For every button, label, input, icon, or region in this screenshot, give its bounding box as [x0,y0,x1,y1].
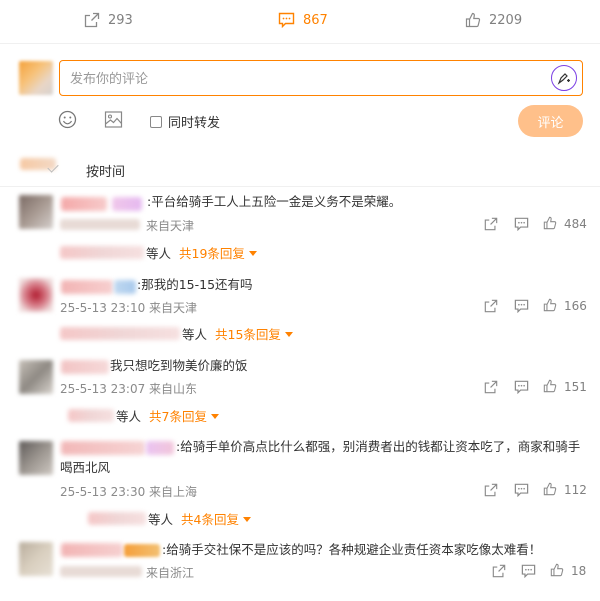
post-action-bar: 293 867 2209 [0,0,600,44]
reply-icon[interactable] [514,299,529,313]
repost-count: 293 [108,12,133,28]
avatar [19,195,53,229]
sort-by-time-tab[interactable]: 按时间 [86,161,125,180]
username[interactable] [61,197,107,211]
comment-meta: 25-5-13 23:30 来自上海 [60,485,198,499]
like-count: 2209 [489,12,523,28]
pen-icon [557,73,570,85]
thumbs-up-icon[interactable] [543,216,557,230]
comment-action[interactable]: 867 [278,12,328,28]
like-count: 166 [564,299,587,313]
like-count: 112 [564,483,587,497]
thumbs-up-icon[interactable] [543,298,557,312]
share-icon[interactable] [492,564,506,578]
comment-count: 867 [303,12,328,28]
comment-meta: 来自天津 [146,219,195,233]
reply-who: 等人 [116,409,142,424]
reply-icon[interactable] [514,380,529,394]
comment-text: :给骑手交社保不是应该的吗？各种规避企业责任资本家吃像太难看！ [162,542,542,557]
share-icon[interactable] [484,217,498,231]
comment-text: 我只想吃到物美价廉的饭 [110,358,248,373]
like-count: 151 [564,380,587,394]
reply-users [68,409,114,422]
avatar [19,360,53,394]
like-count: 18 [571,564,587,578]
user-badge [124,544,160,557]
user-badge [146,441,174,455]
comment-icon [278,12,295,28]
pen-button[interactable] [551,65,577,91]
view-replies-link[interactable]: 共7条回复 [149,406,219,425]
reply-summary: 等人 共15条回复 [60,324,293,343]
caret-down-icon [248,251,257,256]
thumbs-up-icon[interactable] [550,563,564,577]
comment-meta: 25-5-13 23:07 来自山东 [60,382,198,396]
comment-composer [59,60,583,96]
thumbs-up-icon [465,12,481,28]
image-icon[interactable] [104,110,123,129]
reply-count-label: 共4条回复 [181,512,239,527]
comment-date [60,219,140,230]
comment-text: :那我的15-15还有吗 [137,277,253,292]
reply-who: 等人 [146,246,172,261]
reply-summary: 等人 共4条回复 [88,509,251,528]
reply-summary: 等人 共19条回复 [60,243,257,262]
repost-action[interactable]: 293 [84,12,133,28]
caret-down-icon [284,332,293,337]
reply-users [60,246,144,259]
comment-meta: 来自浙江 [146,566,195,580]
comment-date [60,566,142,577]
comment-meta: 25-5-13 23:10 来自天津 [60,301,198,315]
share-icon[interactable] [484,483,498,497]
repost-toggle[interactable]: 同时转发 [150,112,220,131]
avatar [19,542,53,576]
reply-count-label: 共7条回复 [149,409,207,424]
comment-text-line2: 喝西北风 [60,460,111,475]
reply-icon[interactable] [514,217,529,231]
username[interactable] [61,543,123,557]
view-replies-link[interactable]: 共4条回复 [181,509,251,528]
reply-who: 等人 [148,512,174,527]
share-icon[interactable] [484,380,498,394]
like-count: 484 [564,217,587,231]
reply-icon[interactable] [514,483,529,497]
like-action[interactable]: 2209 [465,12,522,28]
username[interactable] [61,280,113,294]
repost-checkbox[interactable] [150,115,162,128]
view-replies-link[interactable]: 共15条回复 [215,324,293,343]
comment-text: :平台给骑手工人上五险一金是义务不是荣耀。 [147,194,402,209]
username[interactable] [61,360,109,374]
comment-text-line1: :给骑手单价高点比什么都强，别消费者出的钱都让资本吃了，商家和骑手 [176,439,581,454]
emoji-icon[interactable] [58,110,77,129]
share-icon[interactable] [484,299,498,313]
reply-users [88,512,146,525]
avatar [19,441,53,475]
comment-input[interactable] [70,69,540,89]
caret-down-icon [242,517,251,522]
user-badge [114,280,136,294]
avatar [19,278,53,312]
view-replies-link[interactable]: 共19条回复 [179,243,257,262]
reply-count-label: 共15条回复 [215,327,281,342]
user-badge [112,197,142,211]
reply-count-label: 共19条回复 [179,246,245,261]
reply-who: 等人 [182,327,208,342]
thumbs-up-icon[interactable] [543,379,557,393]
submit-comment-button[interactable]: 评论 [518,105,583,137]
reply-summary: 等人 共7条回复 [68,406,219,425]
reply-icon[interactable] [521,564,536,578]
caret-down-icon [210,414,219,419]
thumbs-up-icon[interactable] [543,482,557,496]
share-icon [84,12,100,28]
reply-users [60,327,180,340]
divider [0,186,600,187]
repost-label: 同时转发 [168,116,221,131]
username[interactable] [61,441,145,455]
current-user-avatar [19,61,53,95]
